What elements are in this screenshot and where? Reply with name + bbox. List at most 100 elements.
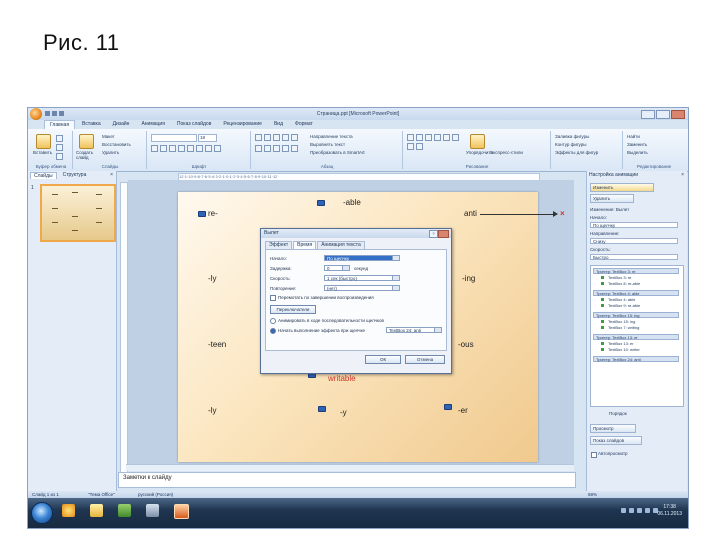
align-text-button[interactable]: Выровнять текст <box>310 142 345 147</box>
bullets-icon[interactable] <box>255 134 262 141</box>
new-slide-button[interactable]: Создать слайд <box>76 150 98 160</box>
word-ly-2[interactable]: -ly <box>208 406 216 415</box>
select-button[interactable]: Выделить <box>627 150 648 155</box>
animation-marker[interactable] <box>317 200 325 206</box>
word-teen[interactable]: -teen <box>208 340 226 349</box>
delay-stepper[interactable]: 0 <box>324 265 350 271</box>
dropdown-arrow-icon[interactable] <box>392 276 399 280</box>
animation-list-item[interactable]: TextBox 4: able <box>593 297 687 302</box>
remove-effect-button[interactable]: Удалить <box>590 194 634 203</box>
align-left-icon[interactable] <box>255 145 262 152</box>
tab-home[interactable]: Главная <box>44 120 76 129</box>
italic-icon[interactable] <box>160 145 167 152</box>
justify-icon[interactable] <box>282 145 289 152</box>
media-icon[interactable] <box>146 504 159 517</box>
rewind-checkbox[interactable] <box>270 295 276 301</box>
word-ing[interactable]: -ing <box>462 274 475 283</box>
network-icon[interactable] <box>645 508 650 513</box>
word-re[interactable]: re- <box>208 209 218 218</box>
cut-icon[interactable] <box>56 135 63 142</box>
word-writable[interactable]: writable <box>328 374 356 383</box>
word-ous[interactable]: -ous <box>458 340 474 349</box>
tray-icon[interactable] <box>629 508 634 513</box>
bold-icon[interactable] <box>151 145 158 152</box>
word-able[interactable]: -able <box>343 198 361 207</box>
font-color-icon[interactable] <box>214 145 221 152</box>
triggers-button[interactable]: Переключатели <box>270 305 316 314</box>
tab-animations[interactable]: Анимация <box>136 120 169 129</box>
animation-list-item[interactable]: TextBox 10: writer <box>593 347 687 352</box>
tab-review[interactable]: Рецензирование <box>218 120 267 129</box>
start-button[interactable] <box>31 502 53 524</box>
align-center-icon[interactable] <box>264 145 271 152</box>
stepper-arrows-icon[interactable] <box>342 266 349 270</box>
animation-list-item[interactable]: TextBox 7: writing <box>593 325 687 330</box>
tab-slides[interactable]: Слайды <box>30 172 57 179</box>
smartart-button[interactable]: Преобразовать в SmartArt <box>310 150 365 155</box>
columns-icon[interactable] <box>291 145 298 152</box>
dropdown-arrow-icon[interactable] <box>434 328 441 332</box>
close-button[interactable] <box>671 110 685 119</box>
replace-button[interactable]: Заменить <box>627 142 647 147</box>
text-direction-button[interactable]: Направление текста <box>310 134 353 139</box>
star-shape-icon[interactable] <box>452 134 459 141</box>
trigger-group-header[interactable]: Триггер: TextBox 13: er <box>593 334 679 340</box>
word-ly-1[interactable]: -ly <box>208 274 216 283</box>
help-icon[interactable]: ? <box>429 230 438 238</box>
dropdown-arrow-icon[interactable] <box>392 256 399 260</box>
shadow-icon[interactable] <box>187 145 194 152</box>
reorder-label[interactable]: Порядок <box>609 411 627 416</box>
animation-list-item[interactable]: TextBox 8: re-able <box>593 281 687 286</box>
font-name-combo[interactable] <box>151 134 197 142</box>
paste-button[interactable]: Вставить <box>33 150 52 155</box>
save-icon[interactable] <box>45 111 50 116</box>
quick-styles-button[interactable]: Экспресс-стили <box>490 150 523 155</box>
animation-list-item[interactable]: TextBox 15: ing <box>593 319 687 324</box>
arrange-icon[interactable] <box>470 134 485 149</box>
underline-icon[interactable] <box>169 145 176 152</box>
find-button[interactable]: Найти <box>627 134 640 139</box>
tab-outline[interactable]: Структура <box>60 172 90 179</box>
start-on-click-radio[interactable] <box>270 328 276 334</box>
animation-list-item[interactable]: TextBox 3: re <box>593 275 687 280</box>
tray-icon[interactable] <box>621 508 626 513</box>
direction-combo[interactable]: Снизу <box>590 238 678 244</box>
speed-combo[interactable]: Быстро <box>590 254 678 260</box>
line-spacing-icon[interactable] <box>291 134 298 141</box>
copy-icon[interactable] <box>56 144 63 151</box>
spacing-icon[interactable] <box>196 145 203 152</box>
animation-list-item[interactable]: TextBox 13: er <box>593 341 687 346</box>
brace-shape-icon[interactable] <box>407 143 414 150</box>
word-anti[interactable]: anti <box>464 209 477 218</box>
maximize-button[interactable] <box>656 110 670 119</box>
animation-marker[interactable] <box>198 211 206 217</box>
word-y[interactable]: -y <box>340 408 347 417</box>
layout-button[interactable]: Макет <box>102 134 115 139</box>
font-size-combo[interactable]: 18 <box>198 134 217 142</box>
play-button[interactable]: Просмотр <box>590 424 636 433</box>
clock[interactable]: 17:38 06.11.2013 <box>657 504 682 518</box>
explorer-icon[interactable] <box>90 504 103 517</box>
dialog-close-button[interactable] <box>438 230 449 238</box>
browser-icon[interactable] <box>62 504 75 517</box>
task-pane-close-icon[interactable]: × <box>681 172 684 178</box>
trigger-group-header[interactable]: Триггер: TextBox 4: able <box>593 290 679 296</box>
powerpoint-taskbar-icon[interactable] <box>174 504 189 519</box>
strikethrough-icon[interactable] <box>178 145 185 152</box>
rect-shape-icon[interactable] <box>425 134 432 141</box>
office-button[interactable] <box>30 108 42 120</box>
tray-icon[interactable] <box>637 508 642 513</box>
cancel-button[interactable]: Отмена <box>405 355 445 364</box>
oval-shape-icon[interactable] <box>434 134 441 141</box>
horizontal-scrollbar[interactable] <box>126 464 574 471</box>
new-slide-icon[interactable] <box>79 134 94 149</box>
trigger-group-header[interactable]: Триггер: TextBox 15: ing <box>593 312 679 318</box>
tab-slideshow[interactable]: Показ слайдов <box>172 120 216 129</box>
trigger-group-header[interactable]: Триггер: TextBox 3: re <box>593 268 679 274</box>
tab-insert[interactable]: Вставка <box>77 120 106 129</box>
slideshow-button[interactable]: Показ слайдов <box>590 436 642 445</box>
undo-icon[interactable] <box>52 111 57 116</box>
line-shape-icon[interactable] <box>407 134 414 141</box>
shape-effects-button[interactable]: Эффекты для фигур <box>555 150 598 155</box>
animate-sequence-radio[interactable] <box>270 318 276 324</box>
